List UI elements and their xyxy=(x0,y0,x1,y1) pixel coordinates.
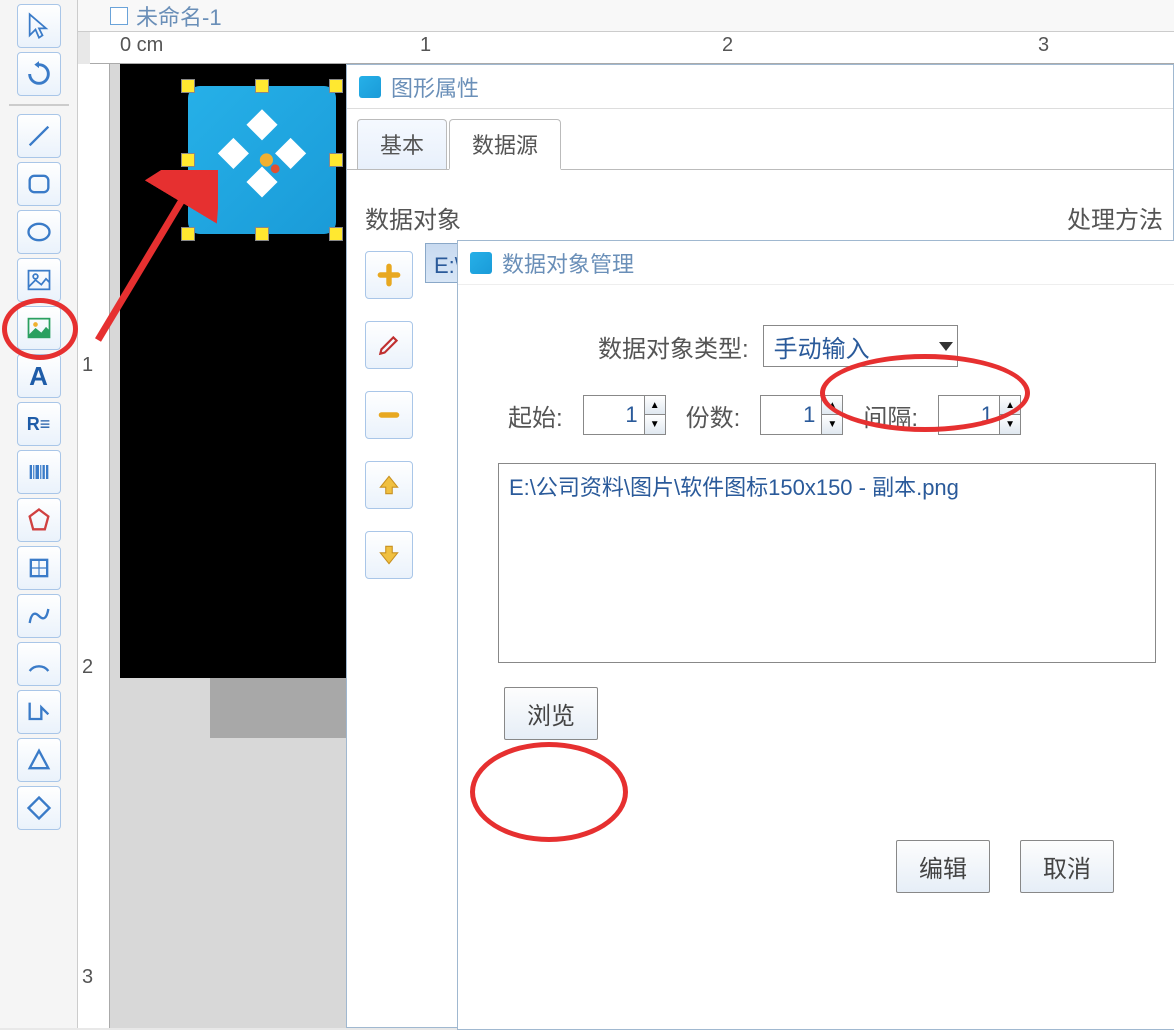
arc-tool[interactable] xyxy=(17,642,61,686)
resize-handle[interactable] xyxy=(329,227,343,241)
type-dropdown[interactable]: 手动输入 xyxy=(763,325,958,367)
diamond-tool[interactable] xyxy=(17,786,61,830)
spin-up-icon[interactable]: ▲ xyxy=(645,396,665,415)
count-value[interactable] xyxy=(761,396,821,434)
interval-input[interactable]: ▲▼ xyxy=(938,395,1021,435)
sub-dialog-icon xyxy=(470,252,492,274)
document-tab[interactable]: 未命名-1 xyxy=(98,0,234,36)
count-label: 份数: xyxy=(686,398,741,433)
dialog-tabs: 基本 数据源 xyxy=(347,119,1173,170)
tab-datasource[interactable]: 数据源 xyxy=(449,119,561,170)
interval-value[interactable] xyxy=(939,396,999,434)
start-label: 起始: xyxy=(508,398,563,433)
data-object-management-dialog: 数据对象管理 数据对象类型: 手动输入 起始: ▲▼ 份数: xyxy=(457,240,1174,1030)
data-object-label: 数据对象 xyxy=(365,200,1007,235)
remove-button[interactable] xyxy=(365,391,413,439)
ruler-v-mark: 2 xyxy=(82,656,93,679)
image-tool[interactable] xyxy=(17,258,61,302)
spin-up-icon[interactable]: ▲ xyxy=(1000,396,1020,415)
shape-a-tool[interactable] xyxy=(17,498,61,542)
line-tool[interactable] xyxy=(17,114,61,158)
start-value[interactable] xyxy=(584,396,644,434)
triangle-tool[interactable] xyxy=(17,738,61,782)
spin-up-icon[interactable]: ▲ xyxy=(822,396,842,415)
document-icon xyxy=(110,7,128,25)
resize-handle[interactable] xyxy=(181,227,195,241)
dialog-body: 数据对象 xyxy=(347,170,1173,1030)
chevron-down-icon xyxy=(939,342,953,351)
type-label: 数据对象类型: xyxy=(598,329,749,364)
design-surface-shadow xyxy=(210,678,346,738)
sub-dialog-title: 数据对象管理 xyxy=(502,247,634,279)
process-method-label: 处理方法 xyxy=(1067,200,1163,235)
type-dropdown-value: 手动输入 xyxy=(774,329,870,364)
edit-button[interactable] xyxy=(365,321,413,369)
resize-handle[interactable] xyxy=(181,153,195,167)
cancel-button[interactable]: 取消 xyxy=(1020,840,1114,893)
tab-basic[interactable]: 基本 xyxy=(357,119,447,169)
resize-handle[interactable] xyxy=(329,153,343,167)
spin-down-icon[interactable]: ▼ xyxy=(645,415,665,434)
design-surface[interactable] xyxy=(120,64,346,678)
move-up-button[interactable] xyxy=(365,461,413,509)
barcode-tool[interactable] xyxy=(17,450,61,494)
polyline-tool[interactable] xyxy=(17,690,61,734)
dialog-title: 图形属性 xyxy=(391,71,479,103)
sub-dialog-titlebar[interactable]: 数据对象管理 xyxy=(458,241,1174,285)
rich-text-tool[interactable]: R≡ xyxy=(17,402,61,446)
edit-button[interactable]: 编辑 xyxy=(896,840,990,893)
picture-tool[interactable] xyxy=(17,306,61,350)
resize-handle[interactable] xyxy=(181,79,195,93)
document-tab-label: 未命名-1 xyxy=(136,0,222,32)
move-down-button[interactable] xyxy=(365,531,413,579)
shape-b-tool[interactable] xyxy=(17,546,61,590)
ruler-horizontal: 0 cm 1 2 3 xyxy=(90,32,1174,64)
add-button[interactable] xyxy=(365,251,413,299)
properties-dialog: 图形属性 基本 数据源 数据对象 xyxy=(346,64,1174,1028)
left-toolbar: A R≡ xyxy=(0,0,78,1028)
ruler-vertical: 1 2 3 xyxy=(78,64,110,1028)
dialog-icon xyxy=(359,76,381,98)
spin-down-icon[interactable]: ▼ xyxy=(822,415,842,434)
spin-down-icon[interactable]: ▼ xyxy=(1000,415,1020,434)
content-textarea[interactable]: E:\公司资料\图片\软件图标150x150 - 副本.png xyxy=(498,463,1156,663)
ruler-v-mark: 3 xyxy=(82,966,93,989)
ruler-h-mark: 1 xyxy=(420,34,431,57)
cursor-tool[interactable] xyxy=(17,4,61,48)
dialog-titlebar[interactable]: 图形属性 xyxy=(347,65,1173,109)
ellipse-tool[interactable] xyxy=(17,210,61,254)
browse-button[interactable]: 浏览 xyxy=(504,687,598,740)
document-tab-bar: 未命名-1 xyxy=(78,0,1174,32)
toolbar-separator xyxy=(9,104,69,106)
interval-label: 间隔: xyxy=(863,398,918,433)
rounded-rect-tool[interactable] xyxy=(17,162,61,206)
resize-handle[interactable] xyxy=(255,227,269,241)
resize-handle[interactable] xyxy=(255,79,269,93)
curve-tool[interactable] xyxy=(17,594,61,638)
ruler-h-mark: 3 xyxy=(1038,34,1049,57)
ruler-h-mark: 2 xyxy=(722,34,733,57)
rotate-tool[interactable] xyxy=(17,52,61,96)
selected-image-object[interactable] xyxy=(188,86,336,234)
ruler-h-origin: 0 cm xyxy=(120,34,163,57)
start-input[interactable]: ▲▼ xyxy=(583,395,666,435)
resize-handle[interactable] xyxy=(329,79,343,93)
count-input[interactable]: ▲▼ xyxy=(760,395,843,435)
text-tool[interactable]: A xyxy=(17,354,61,398)
image-preview xyxy=(188,86,336,234)
ruler-v-mark: 1 xyxy=(82,354,93,377)
